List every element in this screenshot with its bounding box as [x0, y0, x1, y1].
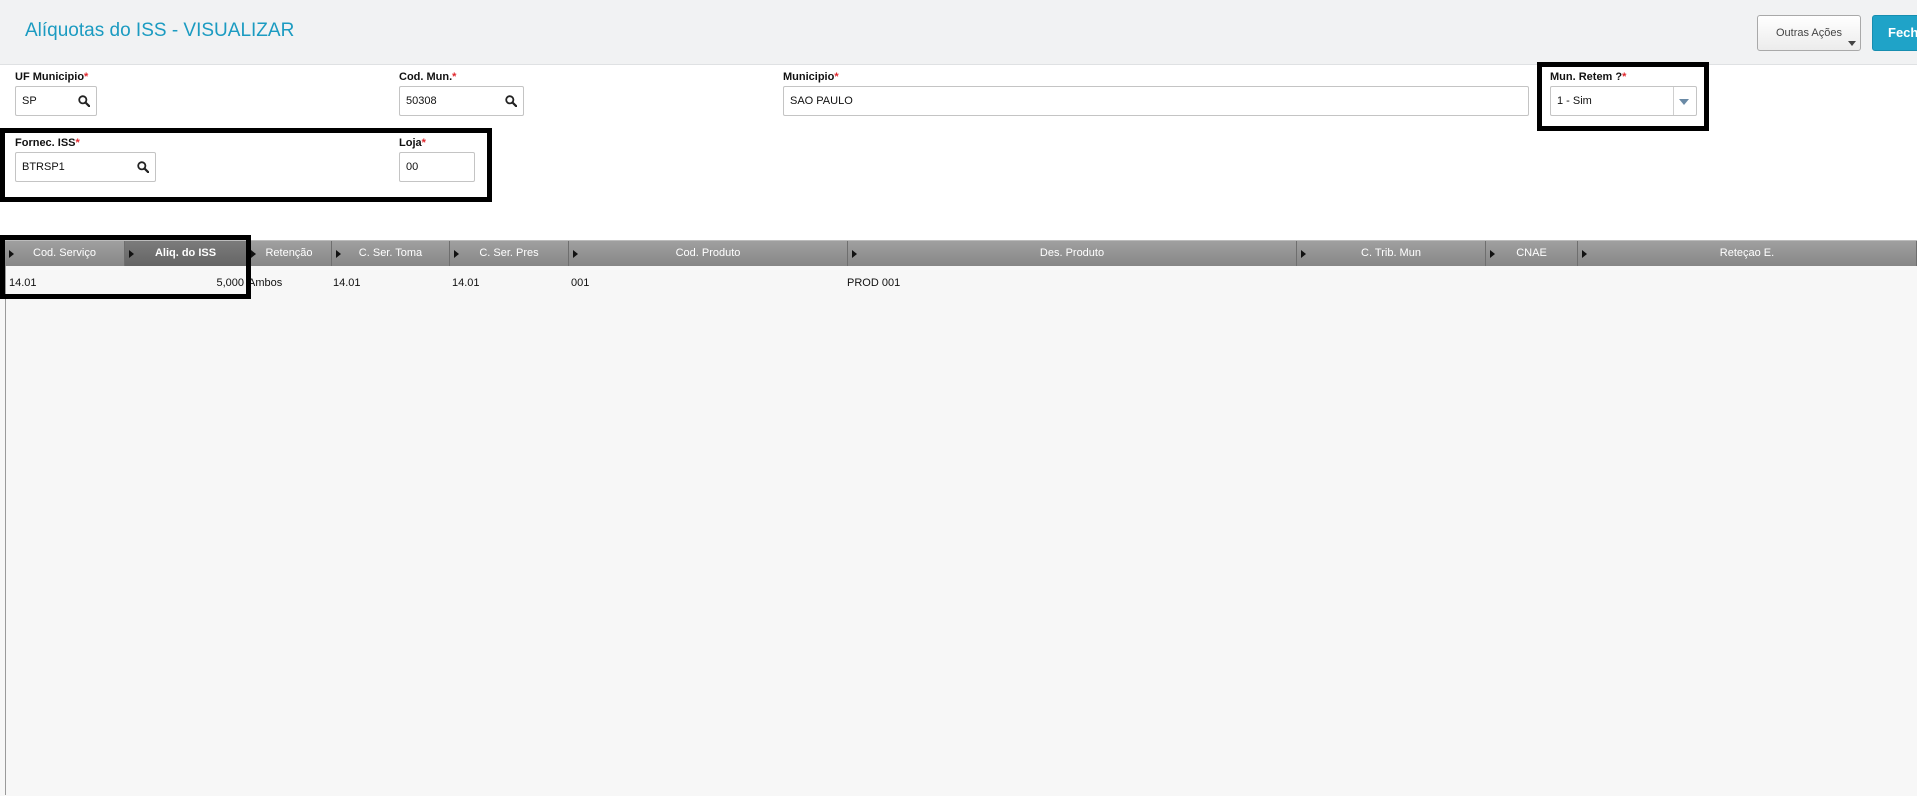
cod-mun-label: Cod. Mun.* — [399, 71, 457, 83]
cell-aliq-iss: 5,000 — [216, 277, 244, 289]
search-icon[interactable] — [505, 95, 517, 107]
cell-des-produto: PROD 001 — [847, 277, 901, 289]
column-header[interactable]: Cod. Produto — [569, 241, 848, 266]
triangle-right-icon — [1301, 250, 1306, 258]
search-icon[interactable] — [137, 161, 149, 173]
triangle-right-icon — [573, 250, 578, 258]
mun-retem-label: Mun. Retem ?* — [1550, 71, 1627, 83]
items-grid — [0, 240, 1917, 796]
cell-c-ser-toma: 14.01 — [333, 277, 361, 289]
grid-header: Cod. Serviço Aliq. do ISS Retenção C. Se… — [5, 241, 1917, 266]
column-header[interactable]: Des. Produto — [848, 241, 1297, 266]
column-header[interactable]: C. Ser. Pres — [450, 241, 569, 266]
column-header[interactable]: Cod. Serviço — [5, 241, 125, 266]
loja-value: 00 — [406, 161, 419, 173]
page-header: Alíquotas do ISS - VISUALIZAR Outras Açõ… — [0, 0, 1917, 65]
chevron-down-icon[interactable] — [1679, 99, 1689, 105]
search-icon[interactable] — [78, 95, 90, 107]
cell-cod-produto: 001 — [571, 277, 590, 289]
cod-mun-field[interactable]: 50308 — [399, 86, 524, 116]
fornec-iss-field[interactable]: BTRSP1 — [15, 152, 156, 182]
mun-retem-value: 1 - Sim — [1557, 95, 1592, 107]
municipio-field[interactable]: SAO PAULO — [783, 86, 1529, 116]
uf-municipio-field[interactable]: SP — [15, 86, 97, 116]
column-header[interactable]: Reteçao E. — [1578, 241, 1917, 266]
cell-retencao: Ambos — [248, 277, 283, 289]
column-header[interactable]: Retenção — [247, 241, 332, 266]
loja-label: Loja* — [399, 137, 426, 149]
column-header[interactable]: Aliq. do ISS — [125, 241, 247, 266]
fornec-iss-label: Fornec. ISS* — [15, 137, 80, 149]
cell-cod-servico: 14.01 — [9, 277, 37, 289]
grid-left-border — [5, 266, 6, 795]
triangle-right-icon — [9, 250, 14, 258]
column-header[interactable]: CNAE — [1486, 241, 1578, 266]
table-row[interactable]: 14.01 5,000 Ambos 14.01 14.01 001 PROD 0… — [5, 274, 1917, 292]
column-header[interactable]: C. Ser. Toma — [332, 241, 450, 266]
triangle-right-icon — [1490, 250, 1495, 258]
fornec-iss-value: BTRSP1 — [22, 161, 65, 173]
chevron-down-icon — [1848, 41, 1856, 46]
triangle-right-icon — [1582, 250, 1587, 258]
dropdown-divider — [1673, 87, 1674, 115]
other-actions-label: Outras Ações — [1775, 27, 1843, 39]
triangle-right-icon — [336, 250, 341, 258]
column-header[interactable]: C. Trib. Mun — [1297, 241, 1486, 266]
close-button[interactable]: Fechar — [1872, 15, 1917, 51]
cod-mun-value: 50308 — [406, 95, 437, 107]
mun-retem-select[interactable]: 1 - Sim — [1550, 86, 1697, 116]
triangle-right-icon — [129, 250, 134, 258]
page-title: Alíquotas do ISS - VISUALIZAR — [25, 20, 295, 41]
cell-c-ser-pres: 14.01 — [452, 277, 480, 289]
triangle-right-icon — [852, 250, 857, 258]
uf-municipio-label: UF Municipio* — [15, 71, 89, 83]
other-actions-button[interactable]: Outras Ações — [1757, 15, 1861, 51]
triangle-right-icon — [251, 250, 256, 258]
municipio-value: SAO PAULO — [790, 95, 853, 107]
loja-field[interactable]: 00 — [399, 152, 475, 182]
municipio-label: Municipio* — [783, 71, 839, 83]
triangle-right-icon — [454, 250, 459, 258]
uf-municipio-value: SP — [22, 95, 37, 107]
